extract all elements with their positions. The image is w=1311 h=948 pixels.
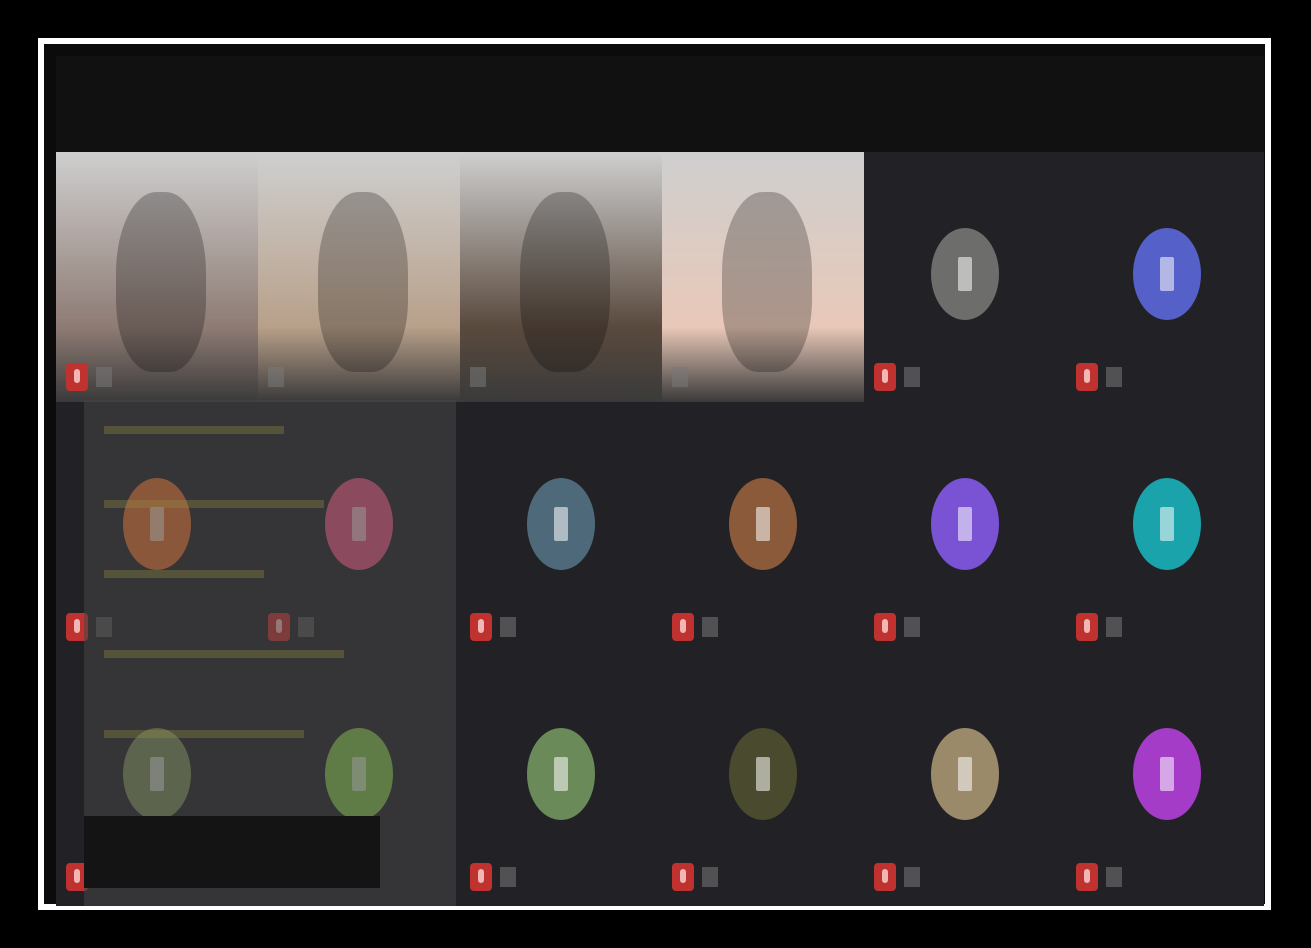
participant-tile[interactable] bbox=[864, 652, 1066, 902]
participant-name-row bbox=[66, 363, 112, 391]
participant-name bbox=[268, 367, 284, 387]
participant-tile[interactable] bbox=[1066, 402, 1264, 652]
participant-name-row bbox=[470, 364, 486, 390]
mic-muted-icon bbox=[66, 363, 88, 391]
participant-tile[interactable] bbox=[460, 152, 662, 402]
mic-muted-icon bbox=[470, 613, 492, 641]
participant-tile[interactable] bbox=[460, 652, 662, 902]
avatar-photo-icon bbox=[931, 728, 999, 820]
participant-tile[interactable] bbox=[864, 152, 1066, 402]
avatar-photo-icon bbox=[729, 728, 797, 820]
mic-muted-icon bbox=[1076, 613, 1098, 641]
avatar-glyph-icon bbox=[554, 757, 568, 791]
mic-muted-icon bbox=[1076, 863, 1098, 891]
overlay-text-line bbox=[104, 570, 264, 578]
mic-muted-icon bbox=[874, 613, 896, 641]
avatar-letter-icon bbox=[1133, 228, 1201, 320]
participant-name bbox=[1106, 367, 1122, 387]
participant-name-row bbox=[672, 364, 688, 390]
participant-name bbox=[470, 367, 486, 387]
participant-name-row bbox=[1076, 363, 1122, 391]
participant-name-row bbox=[874, 613, 920, 641]
participant-name bbox=[500, 617, 516, 637]
participant-name bbox=[1106, 867, 1122, 887]
mic-muted-icon bbox=[874, 363, 896, 391]
participant-name-row bbox=[470, 863, 516, 891]
participant-tile[interactable] bbox=[662, 652, 864, 902]
participant-name bbox=[702, 617, 718, 637]
mic-muted-icon bbox=[470, 863, 492, 891]
participant-video-figure bbox=[318, 192, 408, 372]
avatar-glyph-icon bbox=[1160, 757, 1174, 791]
top-bar bbox=[56, 56, 1264, 152]
participant-name-row bbox=[672, 613, 718, 641]
participant-video-figure bbox=[116, 192, 206, 372]
participant-name bbox=[1106, 617, 1122, 637]
mic-muted-icon bbox=[1076, 363, 1098, 391]
notification-toast[interactable] bbox=[84, 816, 380, 888]
participant-tile[interactable] bbox=[56, 152, 258, 402]
screenshot-frame bbox=[0, 0, 1311, 948]
avatar-glyph-icon bbox=[958, 757, 972, 791]
avatar-glyph-icon bbox=[756, 507, 770, 541]
overlay-text-line bbox=[104, 500, 324, 508]
mic-muted-icon bbox=[874, 863, 896, 891]
participant-name-row bbox=[672, 863, 718, 891]
participant-name bbox=[672, 367, 688, 387]
participant-name-row bbox=[874, 363, 920, 391]
participant-name bbox=[702, 867, 718, 887]
mic-muted-icon bbox=[672, 613, 694, 641]
avatar-glyph-icon bbox=[958, 257, 972, 291]
participant-name bbox=[904, 367, 920, 387]
participant-tile[interactable] bbox=[864, 402, 1066, 652]
participant-video-figure bbox=[722, 192, 812, 372]
avatar-glyph-icon bbox=[1160, 507, 1174, 541]
participant-name bbox=[904, 867, 920, 887]
participant-name-row bbox=[470, 613, 516, 641]
avatar-glyph-icon bbox=[958, 507, 972, 541]
avatar-photo-icon bbox=[729, 478, 797, 570]
avatar-letter-icon bbox=[527, 478, 595, 570]
participant-tile[interactable] bbox=[662, 402, 864, 652]
overlay-text-line bbox=[104, 426, 284, 434]
overlay-text-line bbox=[104, 650, 344, 658]
avatar-glyph-icon bbox=[756, 757, 770, 791]
participant-tile[interactable] bbox=[1066, 652, 1264, 902]
participant-name-row bbox=[874, 863, 920, 891]
participant-tile[interactable] bbox=[460, 402, 662, 652]
participant-name bbox=[96, 367, 112, 387]
avatar-glyph-icon bbox=[554, 507, 568, 541]
participant-name bbox=[500, 867, 516, 887]
avatar-letter-icon bbox=[931, 478, 999, 570]
meeting-window bbox=[56, 56, 1264, 906]
participant-name-row bbox=[1076, 863, 1122, 891]
participant-name bbox=[904, 617, 920, 637]
participant-name-row bbox=[268, 364, 284, 390]
participant-tile[interactable] bbox=[1066, 152, 1264, 402]
overlay-text-line bbox=[104, 730, 304, 738]
participant-video-figure bbox=[520, 192, 610, 372]
participant-tile[interactable] bbox=[662, 152, 864, 402]
participant-tile[interactable] bbox=[258, 152, 460, 402]
avatar-glyph-icon bbox=[1160, 257, 1174, 291]
avatar-photo-icon bbox=[931, 228, 999, 320]
mic-muted-icon bbox=[672, 863, 694, 891]
avatar-letter-icon bbox=[1133, 728, 1201, 820]
avatar-letter-icon bbox=[1133, 478, 1201, 570]
avatar-photo-icon bbox=[527, 728, 595, 820]
participant-name-row bbox=[1076, 613, 1122, 641]
